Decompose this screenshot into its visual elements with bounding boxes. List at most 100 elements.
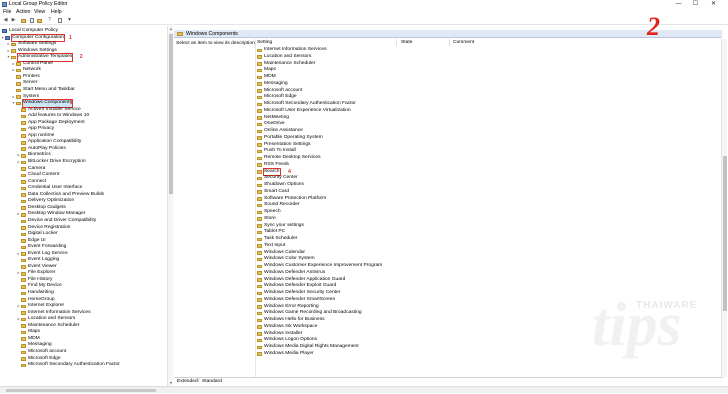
description-text: Select an item to view its description. — [176, 41, 257, 46]
column-separator[interactable] — [449, 39, 450, 46]
setting-label: Task Scheduler — [264, 236, 298, 241]
folder-icon — [21, 278, 26, 283]
setting-label: Windows Media Player — [264, 350, 314, 356]
maximize-button[interactable]: ☐ — [689, 0, 702, 9]
folder-icon — [21, 212, 26, 217]
window-title: Local Group Policy Editor — [9, 1, 68, 7]
computer-icon — [5, 35, 10, 40]
folder-icon — [257, 109, 262, 113]
setting-label: Microsoft Secondary Authentication Facto… — [264, 101, 356, 106]
folder-icon — [257, 129, 262, 134]
folder-icon — [21, 271, 26, 276]
folder-icon — [16, 62, 21, 66]
folder-icon — [21, 219, 26, 224]
column-state[interactable]: State — [401, 40, 412, 45]
column-comment[interactable]: Comment — [453, 40, 474, 45]
setting-label: Windows Game Recording and Broadcasting — [264, 310, 362, 316]
folder-icon — [257, 68, 262, 73]
setting-label: Microsoft User Experience Virtualization — [264, 107, 351, 113]
tree-item-label: Application Compatibility — [28, 139, 82, 145]
filter-icon[interactable]: ▼ — [66, 17, 73, 24]
folder-icon — [21, 199, 26, 204]
view-tabs: Extended / Standard — [174, 377, 722, 385]
setting-label: Windows Defender Antivirus — [264, 269, 326, 275]
tree-item-label: Messaging — [28, 342, 52, 348]
setting-label: Windows Logon Options — [264, 337, 318, 343]
menu-view[interactable]: View — [34, 9, 45, 15]
step-number: 3 — [70, 100, 73, 107]
tree-item-label: Event Logging — [28, 257, 60, 263]
forward-icon[interactable]: ▶ — [10, 17, 17, 24]
setting-label: Windows Ink Workspace — [264, 323, 318, 329]
folder-icon — [21, 154, 26, 158]
menu-help[interactable]: Help — [51, 9, 62, 15]
folder-icon — [16, 88, 21, 93]
properties-icon[interactable] — [56, 17, 63, 24]
tab-extended[interactable]: Extended — [177, 379, 198, 385]
tree-item-label: Maps — [28, 329, 40, 335]
folder-icon — [21, 363, 26, 368]
folder-icon — [21, 140, 26, 145]
setting-label: Windows Defender SmartScreen — [264, 296, 336, 302]
tree-scroll-thumb[interactable] — [169, 34, 173, 194]
folder-icon — [257, 170, 262, 174]
setting-label: MDM — [264, 74, 276, 79]
setting-label: Windows Defender Security Center — [264, 290, 341, 295]
setting-label: RSS Feeds — [264, 161, 290, 167]
folder-icon — [21, 258, 26, 263]
tree-item-label: Windows Components — [21, 98, 74, 108]
tree-item-label: Delivery Optimization — [28, 198, 75, 204]
folder-icon — [11, 42, 16, 47]
folder-icon — [257, 237, 262, 242]
folder-up-icon[interactable] — [36, 17, 43, 24]
page-icon[interactable] — [28, 17, 35, 24]
horizontal-scroll-thumb[interactable] — [6, 388, 156, 392]
folder-icon — [257, 89, 262, 93]
folder-icon — [21, 317, 26, 322]
folder-icon — [257, 345, 262, 350]
setting-label: Online Assistance — [264, 128, 303, 133]
close-button[interactable]: ✕ — [707, 0, 720, 9]
tree-item-label: Cloud Content — [28, 172, 60, 178]
setting-label: Shutdown Options — [264, 182, 304, 187]
folder-icon — [257, 183, 262, 188]
tree-item-label: Handwriting — [28, 290, 54, 295]
setting-label: Security Center — [264, 175, 298, 181]
back-icon[interactable]: ◀ — [2, 17, 9, 24]
setting-label: OneDrive — [264, 121, 285, 127]
horizontal-scrollbar[interactable] — [0, 386, 728, 393]
column-setting[interactable]: Setting — [257, 40, 272, 45]
menu-file[interactable]: File — [3, 9, 11, 15]
folder-icon — [21, 252, 26, 256]
step-number: 1 — [68, 34, 72, 41]
folder-icon — [257, 95, 262, 100]
tree-item-label: Administrative Templates — [16, 52, 74, 62]
folder-icon — [257, 190, 262, 194]
help-icon[interactable]: ? — [46, 17, 53, 24]
tree-item-label: Software Settings — [18, 41, 57, 47]
tree-item-label: File Explorer — [28, 270, 56, 276]
tree-item-label: Network — [23, 67, 41, 73]
watermark-script: tips — [592, 291, 682, 359]
setting-label: Smart Card — [264, 188, 290, 194]
folder-icon — [177, 32, 183, 36]
column-separator[interactable] — [396, 39, 397, 46]
folder-icon — [21, 180, 26, 184]
tree-item-label: Event Forwarding — [28, 244, 67, 250]
folder-icon[interactable] — [20, 17, 27, 24]
breadcrumb-label: Windows Components — [186, 30, 238, 37]
folder-icon — [257, 244, 262, 248]
thaiware-tips-watermark: tips THAIWARE — [588, 278, 723, 376]
watermark-brand: THAIWARE — [636, 300, 698, 311]
minimize-button[interactable]: — — [672, 0, 685, 9]
menu-action[interactable]: Action — [16, 9, 30, 15]
tree-item-label: Internet Explorer — [28, 303, 65, 309]
tree-scrollbar[interactable]: ▲ ▼ — [167, 26, 173, 386]
folder-icon — [21, 232, 26, 237]
folder-icon — [16, 95, 21, 99]
folder-icon — [257, 75, 262, 80]
settings-scroll-thumb[interactable] — [723, 156, 727, 311]
tab-standard[interactable]: Standard — [202, 379, 222, 385]
folder-icon — [257, 352, 262, 356]
folder-icon — [257, 278, 262, 282]
